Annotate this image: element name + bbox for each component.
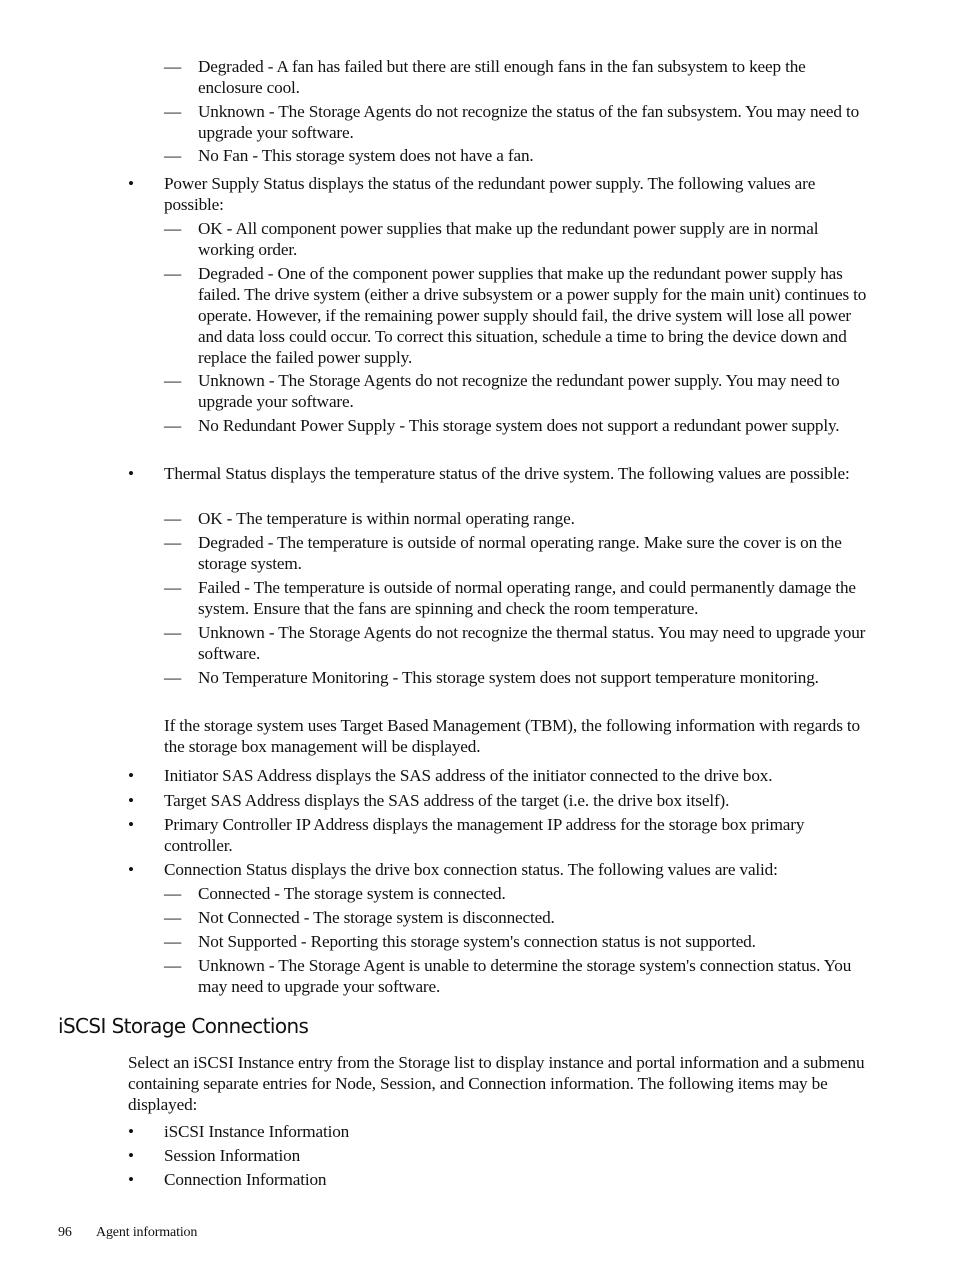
bullet-marker: • bbox=[128, 1122, 134, 1141]
dash-marker: — bbox=[164, 264, 182, 283]
section-heading: iSCSI Storage Connections bbox=[58, 1014, 309, 1038]
list-item-text: Session Information bbox=[164, 1146, 301, 1165]
dash-marker: — bbox=[164, 102, 182, 121]
power-status-no-redundant: — No Redundant Power Supply - This stora… bbox=[164, 415, 874, 436]
thermal-status-unknown: — Unknown - The Storage Agents do not re… bbox=[164, 622, 874, 664]
thermal-status-no-monitoring: — No Temperature Monitoring - This stora… bbox=[164, 667, 874, 688]
dash-marker: — bbox=[164, 932, 182, 951]
connection-status-not-connected: — Not Connected - The storage system is … bbox=[164, 907, 874, 928]
thermal-status-ok: — OK - The temperature is within normal … bbox=[164, 508, 874, 529]
list-item-text: No Fan - This storage system does not ha… bbox=[198, 146, 534, 165]
list-item-text: Connection Information bbox=[164, 1170, 327, 1189]
list-item-text: Initiator SAS Address displays the SAS a… bbox=[164, 766, 773, 785]
tbm-paragraph: If the storage system uses Target Based … bbox=[164, 716, 860, 756]
list-item-text: Thermal Status displays the temperature … bbox=[164, 464, 850, 483]
list-item-text: OK - The temperature is within normal op… bbox=[198, 509, 575, 528]
dash-marker: — bbox=[164, 533, 182, 552]
dash-marker: — bbox=[164, 623, 182, 642]
bullet-marker: • bbox=[128, 464, 134, 483]
dash-marker: — bbox=[164, 509, 182, 528]
connection-status-not-supported: — Not Supported - Reporting this storage… bbox=[164, 931, 874, 952]
list-item-text: No Redundant Power Supply - This storage… bbox=[198, 416, 840, 435]
thermal-status-failed: — Failed - The temperature is outside of… bbox=[164, 577, 874, 619]
dash-marker: — bbox=[164, 668, 182, 687]
iscsi-paragraph: Select an iSCSI Instance entry from the … bbox=[128, 1053, 865, 1114]
fan-status-degraded: — Degraded - A fan has failed but there … bbox=[164, 56, 874, 98]
list-item-text: Degraded - A fan has failed but there ar… bbox=[198, 57, 806, 97]
footer-section-title: Agent information bbox=[96, 1225, 198, 1240]
document-page: — Degraded - A fan has failed but there … bbox=[0, 0, 954, 1271]
primary-controller-ip-item: • Primary Controller IP Address displays… bbox=[128, 814, 874, 856]
dash-marker: — bbox=[164, 219, 182, 238]
dash-marker: — bbox=[164, 57, 182, 76]
list-item-text: Primary Controller IP Address displays t… bbox=[164, 815, 805, 855]
bullet-marker: • bbox=[128, 1170, 134, 1189]
list-item-text: Unknown - The Storage Agents do not reco… bbox=[198, 102, 860, 142]
list-item-text: Power Supply Status displays the status … bbox=[164, 174, 816, 214]
list-item-text: Failed - The temperature is outside of n… bbox=[198, 578, 856, 618]
fan-status-unknown: — Unknown - The Storage Agents do not re… bbox=[164, 101, 874, 143]
bullet-marker: • bbox=[128, 1146, 134, 1165]
list-item-text: Not Connected - The storage system is di… bbox=[198, 908, 555, 927]
thermal-status-degraded: — Degraded - The temperature is outside … bbox=[164, 532, 874, 574]
bullet-marker: • bbox=[128, 174, 134, 193]
connection-info-item: • Connection Information bbox=[128, 1169, 874, 1190]
power-status-degraded: — Degraded - One of the component power … bbox=[164, 263, 874, 368]
page-number: 96 bbox=[58, 1225, 72, 1240]
list-item-text: Not Supported - Reporting this storage s… bbox=[198, 932, 756, 951]
bullet-marker: • bbox=[128, 766, 134, 785]
list-item-text: Unknown - The Storage Agents do not reco… bbox=[198, 371, 840, 411]
list-item-text: Degraded - The temperature is outside of… bbox=[198, 533, 842, 573]
dash-marker: — bbox=[164, 146, 182, 165]
list-item-text: No Temperature Monitoring - This storage… bbox=[198, 668, 819, 687]
connection-status-connected: — Connected - The storage system is conn… bbox=[164, 883, 874, 904]
session-info-item: • Session Information bbox=[128, 1145, 874, 1166]
list-item-text: OK - All component power supplies that m… bbox=[198, 219, 819, 259]
dash-marker: — bbox=[164, 416, 182, 435]
list-item-text: Target SAS Address displays the SAS addr… bbox=[164, 791, 730, 810]
list-item-text: iSCSI Instance Information bbox=[164, 1122, 350, 1141]
iscsi-instance-info-item: • iSCSI Instance Information bbox=[128, 1121, 874, 1142]
bullet-marker: • bbox=[128, 791, 134, 810]
bullet-marker: • bbox=[128, 860, 134, 879]
list-item-text: Connection Status displays the drive box… bbox=[164, 860, 778, 879]
dash-marker: — bbox=[164, 371, 182, 390]
dash-marker: — bbox=[164, 578, 182, 597]
connection-status-item: • Connection Status displays the drive b… bbox=[128, 859, 874, 880]
list-item-text: Unknown - The Storage Agent is unable to… bbox=[198, 956, 852, 996]
dash-marker: — bbox=[164, 884, 182, 903]
dash-marker: — bbox=[164, 956, 182, 975]
dash-marker: — bbox=[164, 908, 182, 927]
power-status-ok: — OK - All component power supplies that… bbox=[164, 218, 874, 260]
connection-status-unknown: — Unknown - The Storage Agent is unable … bbox=[164, 955, 874, 997]
list-item-text: Degraded - One of the component power su… bbox=[198, 264, 867, 367]
target-sas-item: • Target SAS Address displays the SAS ad… bbox=[128, 790, 874, 811]
list-item-text: Unknown - The Storage Agents do not reco… bbox=[198, 623, 866, 663]
power-supply-status-item: • Power Supply Status displays the statu… bbox=[128, 173, 874, 215]
thermal-status-item: • Thermal Status displays the temperatur… bbox=[128, 463, 874, 484]
fan-status-no-fan: — No Fan - This storage system does not … bbox=[164, 145, 874, 166]
initiator-sas-item: • Initiator SAS Address displays the SAS… bbox=[128, 765, 874, 786]
bullet-marker: • bbox=[128, 815, 134, 834]
list-item-text: Connected - The storage system is connec… bbox=[198, 884, 506, 903]
power-status-unknown: — Unknown - The Storage Agents do not re… bbox=[164, 370, 874, 412]
